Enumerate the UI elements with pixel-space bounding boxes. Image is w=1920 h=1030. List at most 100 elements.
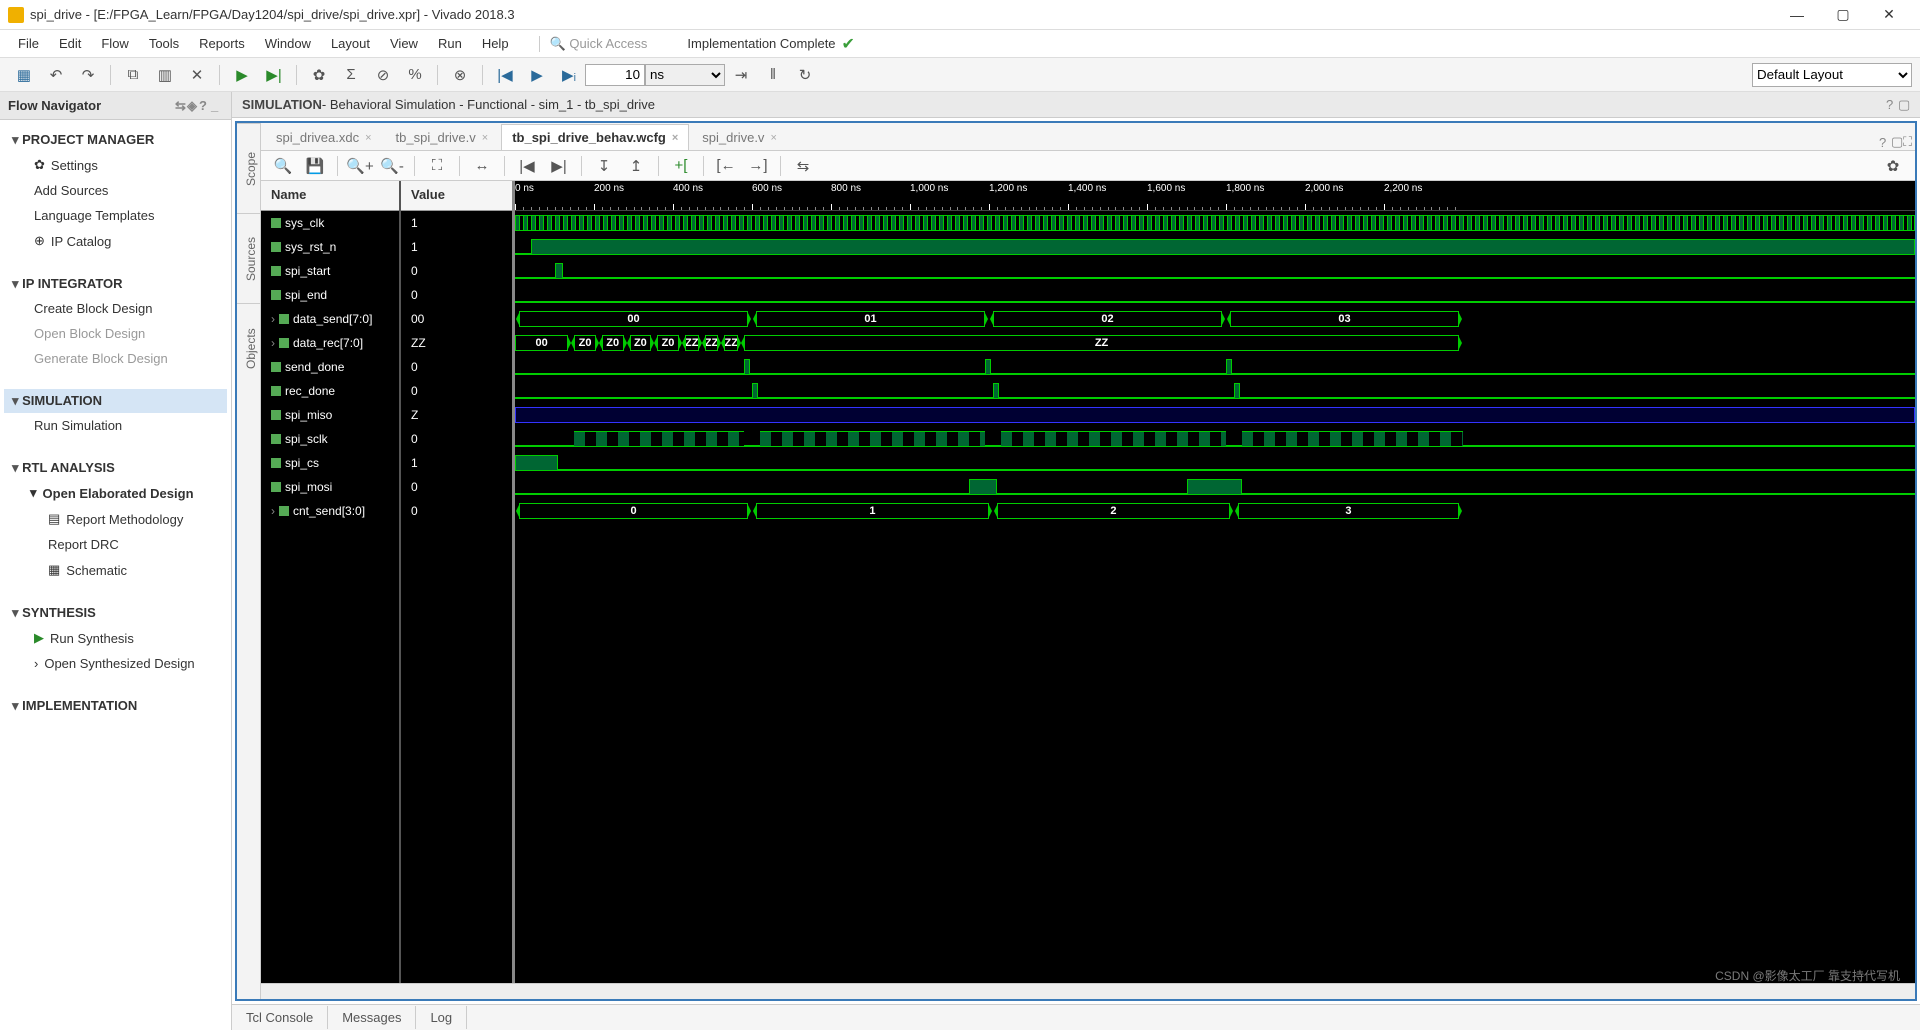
minimize-button[interactable]: — [1774,0,1820,30]
back-button[interactable]: ↶ [42,61,70,89]
swap-icon[interactable]: ⇆ [789,152,817,180]
group-icon[interactable]: [← [712,152,740,180]
close-button[interactable]: ✕ [1866,0,1912,30]
zoom-out-icon[interactable]: 🔍- [378,152,406,180]
quick-access-input[interactable]: 🔍 Quick Access [539,36,658,52]
menu-tools[interactable]: Tools [139,36,189,51]
nav-ip-integrator[interactable]: IP INTEGRATOR [4,272,227,296]
menu-window[interactable]: Window [255,36,321,51]
menu-reports[interactable]: Reports [189,36,255,51]
nav-project-manager[interactable]: PROJECT MANAGER [4,128,227,152]
collapse-icon[interactable]: ⇆ [175,98,187,114]
menu-flow[interactable]: Flow [91,36,138,51]
tab-wcfg[interactable]: tb_spi_drive_behav.wcfg× [501,124,689,150]
menu-help[interactable]: Help [472,36,519,51]
prev-edge-icon[interactable]: |◀ [513,152,541,180]
copy-button[interactable]: ⧉ [119,61,147,89]
signal-name[interactable]: › data_rec[7:0] [261,331,399,355]
nav-open-synth[interactable]: › Open Synthesized Design [4,651,227,676]
reload-icon[interactable]: ↻ [791,61,819,89]
signal-name[interactable]: spi_end [261,283,399,307]
menu-layout[interactable]: Layout [321,36,380,51]
reset-icon[interactable]: ⊗ [446,61,474,89]
nav-open-elaborated[interactable]: ▾ Open Elaborated Design [4,480,227,506]
signal-name[interactable]: spi_start [261,259,399,283]
signal-name[interactable]: spi_cs [261,451,399,475]
signal-name[interactable]: › data_send[7:0] [261,307,399,331]
menu-run[interactable]: Run [428,36,472,51]
cursor-icon[interactable]: ↔ [468,152,496,180]
nav-create-block[interactable]: Create Block Design [4,296,227,321]
close-icon[interactable]: × [365,132,371,144]
nav-report-drc[interactable]: Report DRC [4,532,227,557]
forward-button[interactable]: ↷ [74,61,102,89]
tab-tb[interactable]: tb_spi_drive.v× [385,124,500,150]
signal-name[interactable]: sys_rst_n [261,235,399,259]
sim-max-icon[interactable]: ▢ [1898,97,1910,113]
signal-name[interactable]: spi_mosi [261,475,399,499]
wave-settings-icon[interactable]: ✿ [1879,152,1907,180]
play-icon[interactable]: ▶ [523,61,551,89]
pause-icon[interactable]: ‖ [759,61,787,89]
step-icon[interactable]: ▶ᵢ [555,61,583,89]
nav-add-sources[interactable]: Add Sources [4,178,227,203]
nav-language-templates[interactable]: Language Templates [4,203,227,228]
cancel-icon[interactable]: ⊘ [369,61,397,89]
help-icon[interactable]: ? [199,98,211,113]
tab-messages[interactable]: Messages [328,1006,416,1029]
h-scrollbar[interactable] [261,983,1915,999]
waveform-viewer[interactable]: Name sys_clk sys_rst_n spi_start spi_end… [261,181,1915,983]
tab-log[interactable]: Log [416,1006,467,1029]
time-unit-select[interactable]: ns [645,64,725,86]
run-step-button[interactable]: ▶| [260,61,288,89]
wave-canvas[interactable]: 0001020300Z0Z0Z0Z0ZZZZZZZZ0123 [515,211,1915,523]
layout-select[interactable]: Default Layout [1752,63,1912,87]
nav-implementation[interactable]: IMPLEMENTATION [4,694,227,718]
tab-tcl[interactable]: Tcl Console [232,1006,328,1029]
nav-run-simulation[interactable]: Run Simulation [4,413,227,438]
tab-objects[interactable]: Objects [237,303,260,393]
paste-button[interactable]: ▥ [151,61,179,89]
next-edge-icon[interactable]: ▶| [545,152,573,180]
menu-view[interactable]: View [380,36,428,51]
nav-simulation[interactable]: SIMULATION [4,389,227,413]
add-signal-icon[interactable]: +[ [667,152,695,180]
ft-max-icon[interactable]: ⛶ [1903,134,1915,150]
sim-help-icon[interactable]: ? [1886,97,1898,112]
search-icon[interactable]: 🔍 [269,152,297,180]
delete-button[interactable]: ✕ [183,61,211,89]
menu-file[interactable]: File [8,36,49,51]
more-icon[interactable]: _ [211,98,223,113]
sigma-icon[interactable]: Σ [337,61,365,89]
ft-help-icon[interactable]: ? [1879,135,1891,150]
marker2-icon[interactable]: ↥ [622,152,650,180]
break-icon[interactable]: ⇥ [727,61,755,89]
run-button[interactable]: ▶ [228,61,256,89]
close-icon[interactable]: × [770,132,776,144]
tab-scope[interactable]: Scope [237,123,260,213]
menu-edit[interactable]: Edit [49,36,91,51]
time-ruler[interactable]: 0 ns200 ns400 ns600 ns800 ns1,000 ns1,20… [515,181,1915,211]
nav-rtl[interactable]: RTL ANALYSIS [4,456,227,480]
new-button[interactable]: ▦ [10,61,38,89]
close-icon[interactable]: × [482,132,488,144]
nav-run-synthesis[interactable]: ▶Run Synthesis [4,625,227,651]
ungroup-icon[interactable]: →] [744,152,772,180]
signal-name[interactable]: spi_miso [261,403,399,427]
nav-schematic[interactable]: ▦Schematic [4,557,227,583]
nav-ip-catalog[interactable]: ⊕IP Catalog [4,228,227,254]
link-icon[interactable]: % [401,61,429,89]
nav-open-block[interactable]: Open Block Design [4,321,227,346]
nav-settings[interactable]: ✿Settings [4,152,227,178]
tab-xdc[interactable]: spi_drivea.xdc× [265,124,383,150]
save-icon[interactable]: 💾 [301,152,329,180]
nav-generate-block[interactable]: Generate Block Design [4,346,227,371]
tab-spi[interactable]: spi_drive.v× [691,124,788,150]
close-icon[interactable]: × [672,132,678,144]
run-time-input[interactable] [585,64,645,86]
signal-name[interactable]: › cnt_send[3:0] [261,499,399,523]
nav-synthesis[interactable]: SYNTHESIS [4,601,227,625]
add-marker-icon[interactable]: ↧ [590,152,618,180]
tab-sources[interactable]: Sources [237,213,260,303]
settings-icon[interactable]: ✿ [305,61,333,89]
